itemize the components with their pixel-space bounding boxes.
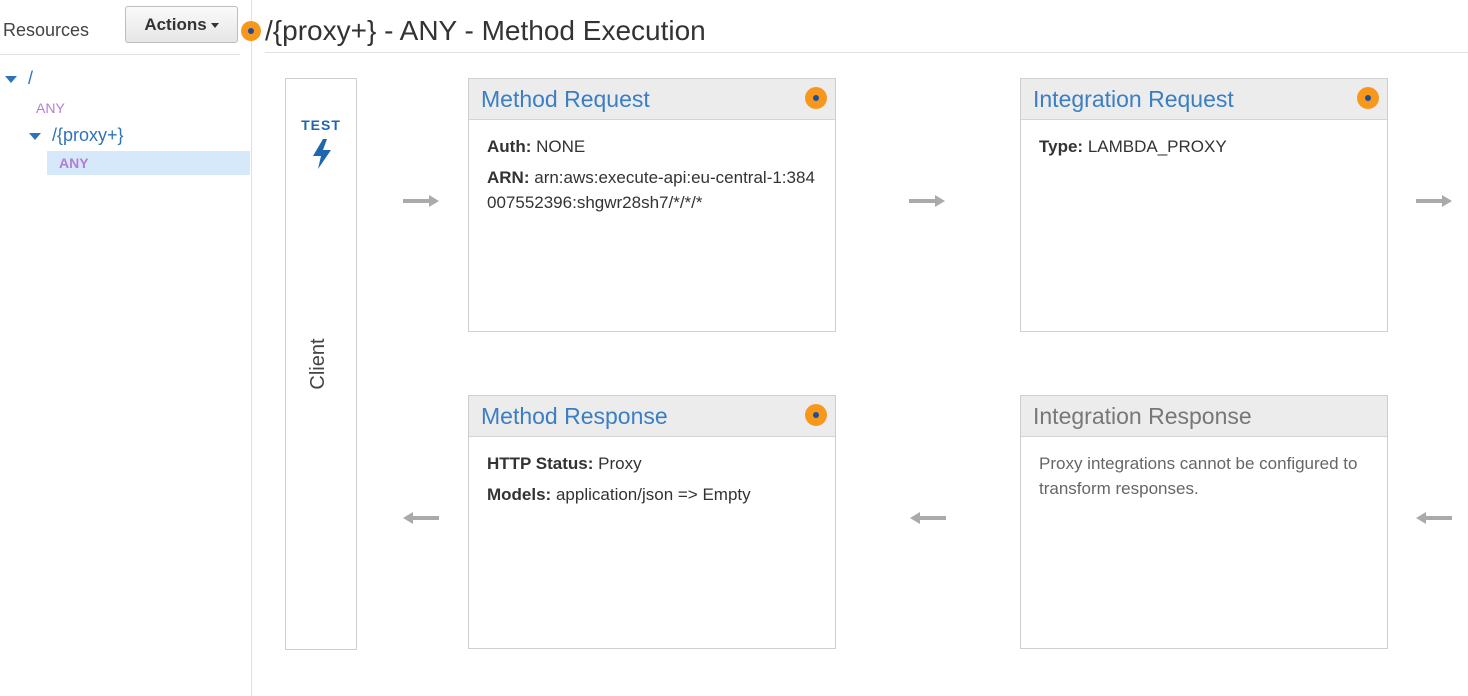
tree-method-root-any[interactable]: ANY xyxy=(36,100,65,116)
auth-value: NONE xyxy=(536,137,586,156)
method-request-card: Method Request Auth: NONE ARN: arn:aws:e… xyxy=(468,78,836,332)
arn-value: arn:aws:execute-api:eu-central-1:3840075… xyxy=(487,168,815,212)
integration-request-card: Integration Request Type: LAMBDA_PROXY xyxy=(1020,78,1388,332)
integration-request-link[interactable]: Integration Request xyxy=(1033,86,1234,113)
arrow-right-icon xyxy=(403,195,439,207)
integration-response-note: Proxy integrations cannot be configured … xyxy=(1039,454,1358,498)
arn-label: ARN: xyxy=(487,168,530,187)
arrow-right-icon xyxy=(909,195,945,207)
models-label: Models: xyxy=(487,485,552,504)
integration-request-body: Type: LAMBDA_PROXY xyxy=(1021,120,1387,179)
title-divider xyxy=(265,52,1468,53)
method-response-body: HTTP Status: Proxy Models: application/j… xyxy=(469,437,835,527)
method-request-header: Method Request xyxy=(469,79,835,120)
tree-collapse-icon[interactable] xyxy=(29,133,41,140)
method-request-link[interactable]: Method Request xyxy=(481,86,650,113)
integration-response-header: Integration Response xyxy=(1021,396,1387,437)
integration-response-card: Integration Response Proxy integrations … xyxy=(1020,395,1388,649)
auth-row: Auth: NONE xyxy=(487,134,817,159)
caret-down-icon xyxy=(210,23,219,28)
auth-label: Auth: xyxy=(487,137,532,156)
http-status-label: HTTP Status: xyxy=(487,454,594,473)
integration-response-title: Integration Response xyxy=(1033,403,1252,429)
tree-collapse-icon[interactable] xyxy=(5,76,17,83)
integration-response-body: Proxy integrations cannot be configured … xyxy=(1021,437,1387,521)
sidebar-divider xyxy=(0,54,240,55)
type-value: LAMBDA_PROXY xyxy=(1087,137,1227,156)
status-dot-icon xyxy=(241,21,261,41)
integration-request-header: Integration Request xyxy=(1021,79,1387,120)
client-label: Client xyxy=(307,338,329,390)
type-label: Type: xyxy=(1039,137,1084,156)
test-link[interactable]: TEST xyxy=(286,117,356,133)
lightning-bolt-icon[interactable] xyxy=(310,139,334,169)
method-response-card: Method Response HTTP Status: Proxy Model… xyxy=(468,395,836,649)
actions-dropdown-button[interactable]: Actions xyxy=(125,6,238,43)
tree-resource-proxy[interactable]: /{proxy+} xyxy=(52,125,124,146)
method-response-header: Method Response xyxy=(469,396,835,437)
resources-sidebar: Resources Actions / ANY /{proxy+} ANY xyxy=(0,0,252,696)
status-dot-icon xyxy=(805,87,827,109)
tree-method-proxy-any[interactable]: ANY xyxy=(59,155,89,171)
resources-title: Resources xyxy=(3,20,90,40)
type-row: Type: LAMBDA_PROXY xyxy=(1039,134,1369,159)
status-dot-icon xyxy=(805,404,827,426)
arrow-left-icon xyxy=(1416,512,1452,524)
method-request-body: Auth: NONE ARN: arn:aws:execute-api:eu-c… xyxy=(469,120,835,235)
arrow-left-icon xyxy=(403,512,439,524)
actions-label: Actions xyxy=(144,14,207,34)
arn-row: ARN: arn:aws:execute-api:eu-central-1:38… xyxy=(487,165,817,215)
client-column: TEST Client xyxy=(285,78,357,650)
status-dot-icon xyxy=(1357,87,1379,109)
http-status-row: HTTP Status: Proxy xyxy=(487,451,817,476)
arrow-left-icon xyxy=(910,512,946,524)
models-value: application/json => Empty xyxy=(555,485,751,504)
tree-resource-root[interactable]: / xyxy=(28,68,33,89)
http-status-value: Proxy xyxy=(598,454,642,473)
models-row: Models: application/json => Empty xyxy=(487,482,817,507)
method-response-link[interactable]: Method Response xyxy=(481,403,668,430)
page-title: /{proxy+} - ANY - Method Execution xyxy=(265,15,706,46)
arrow-right-icon xyxy=(1416,195,1452,207)
